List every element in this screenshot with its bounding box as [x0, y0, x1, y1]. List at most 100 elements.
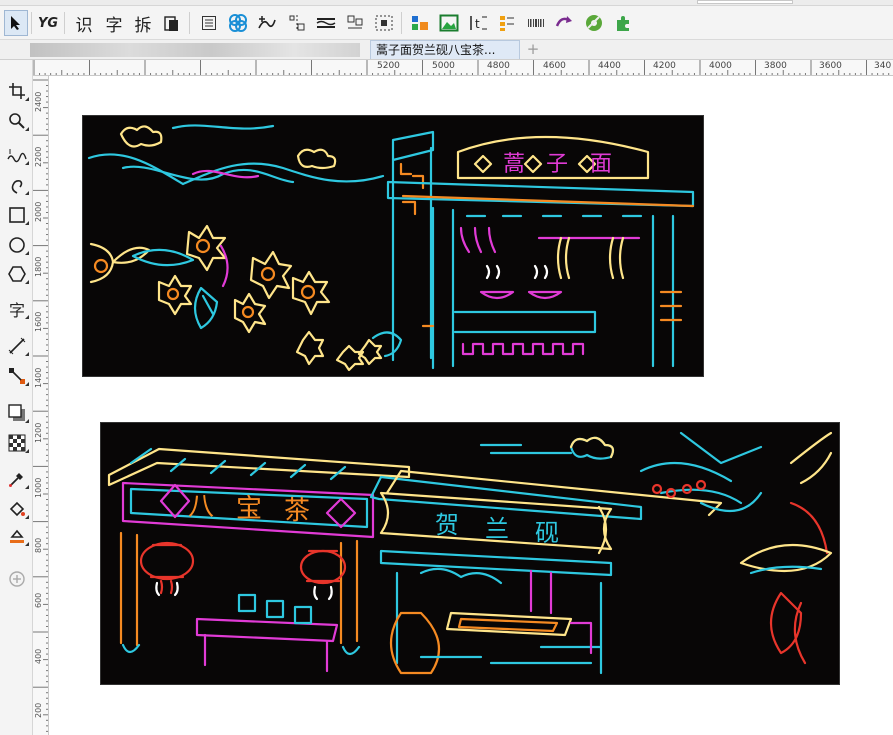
- transform-button[interactable]: [553, 10, 577, 36]
- transparency-tool-button[interactable]: [5, 432, 29, 454]
- barcode-button[interactable]: [524, 10, 548, 36]
- sign-char-he: 贺: [435, 511, 459, 539]
- blurred-tab-strip: [30, 43, 360, 57]
- paint-bucket-icon: [9, 501, 25, 517]
- sign-char-ba: 八: [188, 492, 214, 522]
- zoom-tool-button[interactable]: [5, 110, 29, 132]
- document-tab[interactable]: 蒿子面贺兰砚八宝茶...: [370, 40, 520, 59]
- pick-tool-button[interactable]: [4, 10, 28, 36]
- ruler-label: 1000: [34, 477, 43, 498]
- curve-tool-button[interactable]: [255, 10, 279, 36]
- sign-char-zi: 子: [546, 152, 568, 177]
- dimension-tool-button[interactable]: [5, 335, 29, 357]
- knot-pattern-icon: [229, 14, 247, 32]
- disc-icon: [586, 15, 602, 31]
- arrange-button[interactable]: [343, 10, 367, 36]
- yg-plugin-button[interactable]: YG: [36, 10, 60, 36]
- interactive-fill-button[interactable]: [5, 498, 29, 520]
- split-button[interactable]: 拆: [131, 10, 155, 36]
- pattern-button[interactable]: [226, 10, 250, 36]
- artistic-media-button[interactable]: [5, 174, 29, 196]
- hexagon-icon: [8, 266, 26, 282]
- list-button[interactable]: [495, 10, 519, 36]
- ruler-label: 3800: [764, 61, 787, 71]
- wave-line-button[interactable]: [314, 10, 338, 36]
- horizontal-ruler[interactable]: 5200 5000 4800 4600 4400 4200 4000 3800 …: [33, 60, 893, 76]
- ruler-label: 200: [34, 702, 43, 718]
- shadow-square-icon: [8, 404, 25, 421]
- ruler-label: 1200: [34, 422, 43, 443]
- smart-fill-button[interactable]: [5, 525, 29, 547]
- drop-shadow-tool-button[interactable]: [5, 402, 29, 424]
- svg-text:t: t: [475, 17, 480, 31]
- connector-icon: [9, 368, 25, 384]
- artboard-tea-inkstone[interactable]: 八 宝 茶 贺 兰 砚: [100, 422, 840, 685]
- document-tab-bar: 蒿子面贺兰砚八宝茶... +: [0, 40, 893, 60]
- ruler-label: 5200: [377, 61, 400, 71]
- freehand-tool-button[interactable]: [5, 144, 29, 166]
- add-tool-button[interactable]: [5, 568, 29, 590]
- clipboard-icon: [164, 16, 178, 31]
- ruler-label: 1600: [34, 311, 43, 332]
- ruler-label: 600: [34, 592, 43, 608]
- text-spacing-button[interactable]: t: [466, 10, 490, 36]
- sign-char-hao: 蒿: [503, 152, 525, 177]
- arrow-swap-icon: [555, 16, 572, 27]
- magnifier-icon: [9, 113, 25, 129]
- image-icon: [439, 14, 459, 32]
- ruler-label: 1400: [34, 367, 43, 388]
- align-button[interactable]: [285, 10, 309, 36]
- rectangle-tool-button[interactable]: [5, 204, 29, 226]
- freehand-icon: [7, 149, 27, 163]
- ruler-label: 800: [34, 537, 43, 553]
- crop-tool-button[interactable]: [5, 80, 29, 102]
- fill-drip-icon: [10, 529, 24, 543]
- polygon-tool-button[interactable]: [5, 263, 29, 285]
- ruler-label: 4000: [709, 61, 732, 71]
- ruler-label: 4600: [543, 61, 566, 71]
- eyedropper-icon: [9, 473, 23, 487]
- disc-button[interactable]: [582, 10, 606, 36]
- image-frame-button[interactable]: [437, 10, 461, 36]
- color-blocks-icon: [412, 16, 428, 30]
- puzzle-icon: [617, 16, 629, 31]
- ruler-label: 340: [874, 61, 892, 71]
- artboard-noodle-shop[interactable]: 蒿 子 面: [82, 115, 704, 377]
- dimension-line-icon: [8, 337, 26, 355]
- neon-illustration-tea: 八 宝 茶 贺 兰 砚: [107, 431, 833, 675]
- barcode-icon: [528, 19, 544, 27]
- ruler-label: 1800: [34, 256, 43, 277]
- pointer-icon: [11, 16, 20, 30]
- color-blocks-button[interactable]: [408, 10, 432, 36]
- ellipse-tool-button[interactable]: [5, 234, 29, 256]
- eyedropper-tool-button[interactable]: [5, 468, 29, 490]
- ruler-label: 2000: [34, 201, 43, 222]
- wave-lines-icon: [316, 18, 336, 28]
- add-tab-button[interactable]: +: [524, 42, 542, 58]
- ruler-label: 2400: [34, 91, 43, 112]
- puzzle-plugin-button[interactable]: [611, 10, 635, 36]
- text-tool-button[interactable]: 字: [5, 298, 29, 320]
- identify-button[interactable]: 识: [72, 10, 96, 36]
- ruler-label: 4200: [653, 61, 676, 71]
- arrange-icon: [347, 15, 363, 29]
- main-toolbar: YG 识 字 拆 t: [0, 0, 893, 40]
- ruler-label: 4400: [598, 61, 621, 71]
- text-button[interactable]: 字: [102, 10, 126, 36]
- ruler-label: 4800: [487, 61, 510, 71]
- clipboard-button[interactable]: [160, 10, 182, 36]
- toolbar-field[interactable]: [697, 0, 793, 4]
- sign-char-mian: 面: [590, 152, 612, 177]
- text-spacing-icon: t: [470, 16, 487, 31]
- rectangle-icon: [9, 207, 25, 223]
- toolbar-separator: [31, 12, 32, 34]
- list-icon: [500, 16, 514, 31]
- text-tool-glyph: 字: [8, 301, 25, 320]
- select-similar-button[interactable]: [372, 10, 396, 36]
- connector-tool-button[interactable]: [5, 365, 29, 387]
- vertical-ruler[interactable]: 2400 2200 2000 1800 1600 1400 1200 1000 …: [33, 76, 49, 735]
- drawing-canvas[interactable]: 蒿 子 面 八 宝 茶 贺 兰 砚: [49, 76, 893, 735]
- curve-plus-icon: [258, 16, 276, 29]
- toolbar-separator: [401, 12, 402, 34]
- object-properties-button[interactable]: [197, 10, 221, 36]
